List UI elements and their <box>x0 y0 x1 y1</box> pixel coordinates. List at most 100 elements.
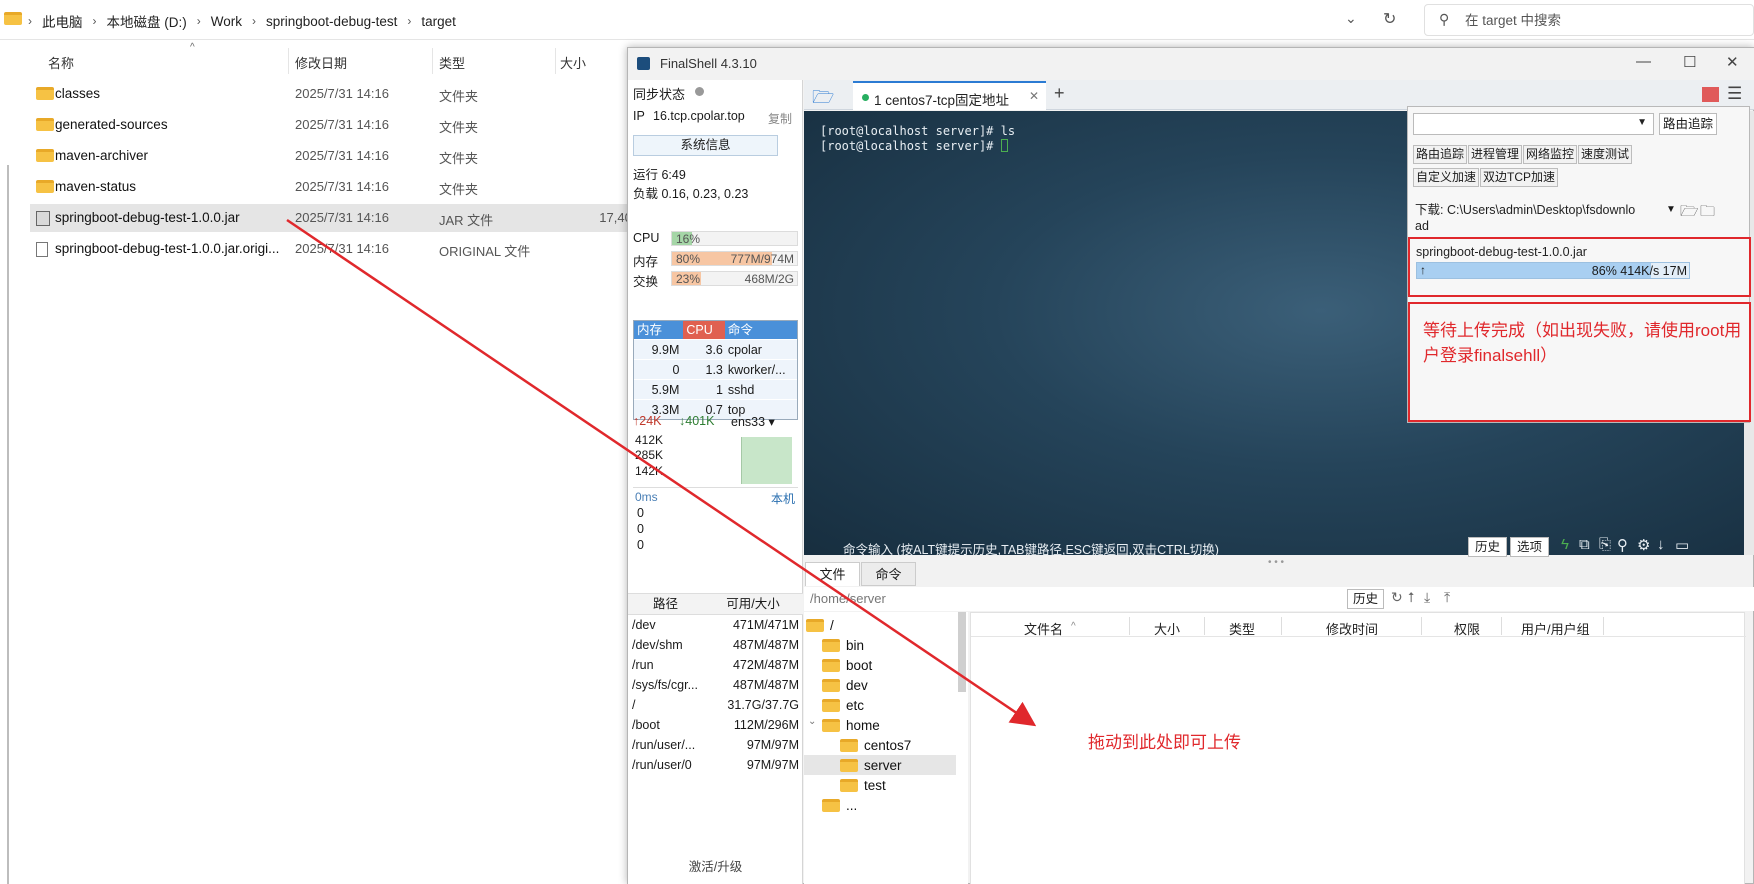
disk-row[interactable]: /run/user/0 97M/97M <box>628 755 803 775</box>
disk-row[interactable]: / 31.7G/37.7G <box>628 695 803 715</box>
tab-files[interactable]: 文件 <box>805 562 860 586</box>
column-divider[interactable] <box>1501 617 1502 635</box>
options-button[interactable]: 选项 <box>1510 537 1550 557</box>
route-trace-button[interactable]: 路由追踪 <box>1659 113 1718 135</box>
minimize-icon[interactable]: — <box>1636 53 1651 70</box>
disk-row[interactable]: /dev 471M/471M <box>628 615 803 635</box>
breadcrumb-item-target[interactable]: target <box>421 14 456 29</box>
tree-item[interactable]: etc <box>822 695 864 715</box>
column-modified[interactable]: 修改日期 <box>295 53 347 72</box>
column-divider[interactable] <box>1603 617 1604 635</box>
path-history-button[interactable]: 历史 <box>1347 589 1385 609</box>
fullscreen-icon[interactable]: ▭ <box>1675 536 1689 554</box>
tree-scrollbar[interactable] <box>958 612 966 692</box>
tree-item[interactable]: home <box>822 715 880 735</box>
folder-icon[interactable]: 🗀 <box>1700 201 1715 226</box>
column-divider[interactable] <box>1129 617 1130 635</box>
search-input[interactable] <box>1465 10 1735 30</box>
route-select[interactable]: ▼ <box>1413 113 1654 135</box>
disk-row[interactable]: /boot 112M/296M <box>628 715 803 735</box>
breadcrumb-item-project[interactable]: springboot-debug-test <box>266 14 397 29</box>
column-size[interactable]: 大小 <box>1154 619 1180 638</box>
column-mem[interactable]: 内存 <box>634 321 684 339</box>
dual-tcp-acceleration-button[interactable]: 双边TCP加速 <box>1480 168 1559 187</box>
process-row[interactable]: 0 1.3 kworker/... <box>634 359 797 379</box>
breadcrumb-item-work[interactable]: Work <box>211 14 242 29</box>
breadcrumb-item-drive-d[interactable]: 本地磁盘 (D:) <box>107 11 187 31</box>
upload-icon[interactable]: ⤒ <box>1444 589 1450 606</box>
remote-file-list[interactable]: 文件名 ^ 大小 类型 修改时间 权限 用户/用户组 <box>970 612 1746 884</box>
close-icon[interactable]: ✕ <box>1726 53 1739 71</box>
tree-item[interactable]: boot <box>822 655 872 675</box>
file-row[interactable]: maven-archiver 2025/7/31 14:16 文件夹 <box>30 142 630 170</box>
history-button[interactable]: 历史 <box>1468 537 1508 557</box>
file-row[interactable]: maven-status 2025/7/31 14:16 文件夹 <box>30 173 630 201</box>
chevron-down-icon[interactable]: ▼ <box>1666 204 1676 215</box>
copy-icon[interactable]: ⧉ <box>1579 536 1590 553</box>
tree-item[interactable]: dev <box>822 675 868 695</box>
column-path[interactable]: 路径 <box>628 594 703 614</box>
tab-commands[interactable]: 命令 <box>861 562 916 586</box>
open-folder-icon[interactable]: 🗁 <box>1680 201 1699 226</box>
tree-item[interactable]: bin <box>822 635 864 655</box>
nav-pane-scrollbar[interactable] <box>7 165 9 884</box>
column-cmd[interactable]: 命令 <box>724 321 797 339</box>
column-size[interactable]: 可用/大小 <box>703 594 803 614</box>
chevron-down-icon[interactable]: ⌄ <box>1345 10 1357 27</box>
layout-icon[interactable] <box>1702 87 1719 102</box>
tree-item[interactable]: / <box>806 615 834 635</box>
search-icon[interactable]: ⚲ <box>1617 536 1628 554</box>
disk-row[interactable]: /run/user/... 97M/97M <box>628 735 803 755</box>
column-filename[interactable]: 文件名 <box>1024 619 1063 638</box>
column-owner[interactable]: 用户/用户组 <box>1521 619 1590 638</box>
disk-row[interactable]: /sys/fs/cgr... 487M/487M <box>628 675 803 695</box>
tree-item[interactable]: test <box>840 775 886 795</box>
column-size[interactable]: 大小 <box>560 53 586 72</box>
column-divider[interactable] <box>288 48 289 74</box>
column-divider[interactable] <box>555 48 556 74</box>
menu-icon[interactable]: ☰ <box>1727 84 1742 104</box>
disk-row[interactable]: /run 472M/487M <box>628 655 803 675</box>
system-info-button[interactable]: 系统信息 <box>633 135 778 156</box>
network-interface-select[interactable]: ens33 ▾ <box>731 414 775 429</box>
file-row[interactable]: classes 2025/7/31 14:16 文件夹 <box>30 80 630 108</box>
column-divider[interactable] <box>1281 617 1282 635</box>
custom-acceleration-button[interactable]: 自定义加速 <box>1413 168 1480 187</box>
process-row[interactable]: 5.9M 1 sshd <box>634 379 797 399</box>
file-row[interactable]: springboot-debug-test-1.0.0.jar.origi...… <box>30 235 660 263</box>
speed-test-button[interactable]: 速度测试 <box>1578 145 1633 164</box>
process-row[interactable]: 9.9M 3.6 cpolar <box>634 339 797 359</box>
column-permission[interactable]: 权限 <box>1454 619 1480 638</box>
lightning-icon[interactable]: ϟ <box>1561 536 1569 553</box>
tree-item[interactable]: centos7 <box>840 735 911 755</box>
column-type[interactable]: 类型 <box>1229 619 1255 638</box>
paste-icon[interactable]: ⎘ <box>1599 536 1611 553</box>
title-bar[interactable]: FinalShell 4.3.10 — ☐ ✕ <box>628 48 1754 80</box>
activate-upgrade-link[interactable]: 激活/升级 <box>628 856 803 875</box>
column-divider[interactable] <box>432 48 433 74</box>
column-modified[interactable]: 修改时间 <box>1326 619 1378 638</box>
search-box[interactable]: ⚲ <box>1424 4 1754 36</box>
column-type[interactable]: 类型 <box>439 53 465 72</box>
disk-row[interactable]: /dev/shm 487M/487M <box>628 635 803 655</box>
arrow-down-icon[interactable]: ↓ <box>1657 536 1665 553</box>
breadcrumb-item-this-pc[interactable]: 此电脑 <box>42 11 83 31</box>
file-row[interactable]: generated-sources 2025/7/31 14:16 文件夹 <box>30 111 630 139</box>
session-tab[interactable]: 1 centos7-tcp固定地址 ✕ <box>853 81 1046 110</box>
refresh-icon[interactable]: ↻ <box>1391 589 1403 606</box>
close-tab-icon[interactable]: ✕ <box>1029 89 1039 103</box>
go-up-icon[interactable]: ⭡ <box>1408 589 1415 606</box>
column-cpu[interactable]: CPU <box>683 321 725 339</box>
process-manager-button[interactable]: 进程管理 <box>1468 145 1523 164</box>
refresh-icon[interactable]: ↻ <box>1383 9 1396 29</box>
expand-caret-icon[interactable]: ⌄ <box>808 716 816 727</box>
column-name[interactable]: 名称 <box>48 53 74 72</box>
command-input-hint[interactable]: 命令输入 (按ALT键提示历史,TAB键路径,ESC键返回,双击CTRL切换) <box>843 539 1219 558</box>
gear-icon[interactable]: ⚙ <box>1637 536 1650 554</box>
column-divider[interactable] <box>1204 617 1205 635</box>
add-tab-icon[interactable]: + <box>1054 83 1065 104</box>
file-row-selected[interactable]: springboot-debug-test-1.0.0.jar 2025/7/3… <box>30 204 660 232</box>
copy-ip-button[interactable]: 复制 <box>768 110 792 127</box>
tree-item[interactable]: ... <box>822 795 857 815</box>
network-monitor-button[interactable]: 网络监控 <box>1523 145 1578 164</box>
